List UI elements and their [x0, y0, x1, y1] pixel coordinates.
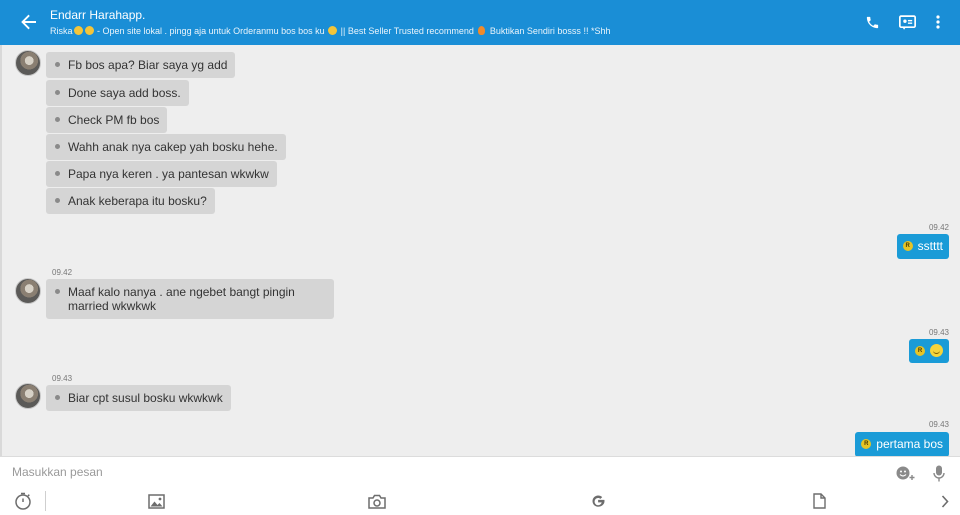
outgoing-message[interactable]: R sstttt [896, 234, 949, 259]
file-button[interactable] [809, 492, 829, 510]
timer-icon [15, 492, 31, 510]
incoming-message[interactable]: Check PM fb bos [46, 107, 168, 133]
camera-button[interactable] [367, 492, 387, 510]
google-search-button[interactable] [588, 492, 608, 510]
emoji-button[interactable] [896, 464, 916, 482]
file-icon [812, 493, 826, 509]
composer [0, 456, 960, 487]
message-list[interactable]: Fb bos apa? Biar saya yg add Done saya a… [0, 45, 960, 456]
more-tools-button[interactable] [935, 492, 955, 510]
image-icon [147, 493, 165, 509]
google-icon [592, 495, 605, 507]
contact-status: Riska - Open site lokal . pingg aja untu… [50, 26, 610, 37]
outgoing-message-text: pertama bos [876, 437, 943, 451]
emoji-plus-icon [896, 466, 915, 480]
camera-icon [368, 494, 386, 509]
outgoing-message[interactable]: R pertama bos [855, 432, 949, 456]
more-vert-icon [936, 15, 940, 29]
status-part-4: Buktikan Sendiri bosss !! *Shh [487, 26, 611, 36]
scroll-edge [0, 45, 2, 456]
chevron-right-icon [941, 494, 949, 508]
outgoing-message[interactable]: R [909, 339, 949, 363]
smile-emoji-icon [328, 26, 338, 35]
incoming-message[interactable]: Maaf kalo nanya . ane ngebet bangt pingi… [46, 279, 334, 319]
outgoing-message-text: sstttt [917, 239, 943, 253]
attachment-toolbar [0, 487, 960, 515]
message-timestamp: 09.42 [928, 223, 949, 232]
phone-icon [866, 16, 878, 28]
incoming-message[interactable]: Fb bos apa? Biar saya yg add [46, 52, 236, 78]
message-input[interactable] [12, 464, 872, 480]
message-timestamp: 09.43 [928, 328, 949, 337]
contact-card-button[interactable] [897, 12, 917, 32]
microphone-icon [933, 465, 945, 481]
fire-emoji-icon [478, 26, 486, 35]
status-part-3: || Best Seller Trusted recommend [338, 26, 477, 36]
message-timestamp: 09.43 [928, 420, 949, 429]
incoming-message[interactable]: Done saya add boss. [46, 80, 189, 106]
status-part-1: Riska [50, 26, 73, 36]
avatar[interactable] [15, 50, 41, 76]
message-timestamp: 09.42 [52, 268, 73, 277]
gallery-button[interactable] [146, 492, 166, 510]
incoming-message[interactable]: Papa nya keren . ya pantesan wkwkw [46, 161, 277, 187]
chat-header: Endarr Harahapp. Riska - Open site lokal… [0, 0, 960, 45]
avatar[interactable] [15, 278, 41, 304]
arrow-left-icon [21, 14, 36, 30]
voice-input-button[interactable] [929, 464, 949, 482]
message-timestamp: 09.43 [52, 374, 73, 383]
sender-badge: R [902, 241, 913, 251]
incoming-message[interactable]: Wahh anak nya cakep yah bosku hehe. [46, 134, 286, 160]
hug-emoji-icon [73, 26, 83, 35]
sender-badge: R [861, 439, 872, 449]
wink-emoji-icon [84, 26, 94, 35]
toolbar-divider [45, 491, 46, 511]
incoming-message[interactable]: Biar cpt susul bosku wkwkwk [46, 385, 231, 411]
contact-card-icon [898, 14, 916, 30]
grin-emoji-icon [930, 344, 943, 357]
avatar[interactable] [15, 383, 41, 409]
back-button[interactable] [18, 12, 40, 32]
overflow-menu-button[interactable] [928, 12, 948, 32]
contact-name[interactable]: Endarr Harahapp. [50, 8, 145, 22]
incoming-message[interactable]: Anak keberapa itu bosku? [46, 188, 215, 214]
call-button[interactable] [862, 12, 882, 32]
status-part-2: - Open site lokal . pingg aja untuk Orde… [94, 26, 328, 36]
timer-button[interactable] [13, 492, 33, 510]
sender-badge: R [915, 345, 925, 356]
